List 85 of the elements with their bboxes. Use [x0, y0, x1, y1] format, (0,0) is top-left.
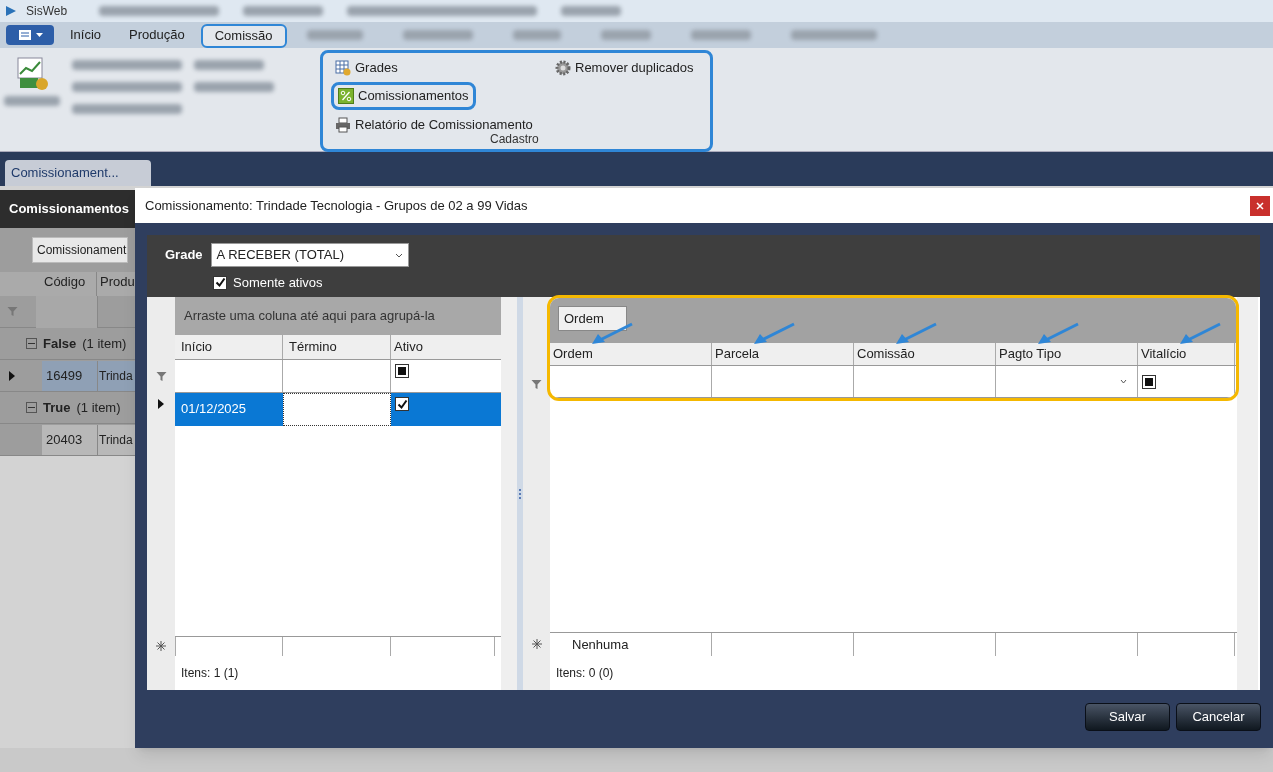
- money-chart-icon: [14, 56, 50, 92]
- table-cell: 16499: [42, 360, 98, 391]
- splitter[interactable]: [517, 297, 523, 690]
- column-header[interactable]: Parcela: [712, 343, 854, 365]
- document-tab[interactable]: Comissionament...: [5, 160, 151, 186]
- printer-icon: [335, 116, 351, 133]
- annotation-arrow: [1178, 322, 1222, 346]
- annotation-arrow: [590, 322, 634, 346]
- ribbon-tab[interactable]: Início: [58, 23, 114, 47]
- filter-icon[interactable]: [531, 378, 542, 390]
- scrollbar[interactable]: [1237, 297, 1258, 690]
- column-header[interactable]: Comissão: [854, 343, 996, 365]
- collapse-icon[interactable]: [26, 338, 37, 349]
- annotation-arrow: [1036, 322, 1080, 346]
- table-icon: [335, 59, 351, 76]
- redacted-text: [600, 30, 651, 40]
- group-hint: Arraste uma coluna até aqui para agrupá-la: [184, 307, 435, 326]
- redacted-text: [512, 30, 561, 40]
- ribbon-tab[interactable]: Produção: [117, 23, 197, 47]
- dialog-title: Comissionamento: Trindade Tecnologia - Grupos de 02 a 99 Vidas: [145, 196, 528, 215]
- caret-icon: [35, 33, 43, 37]
- field-label: Grade: [165, 246, 203, 265]
- chevron-down-icon: [394, 252, 403, 258]
- app-logo-icon: [4, 4, 18, 18]
- column-header[interactable]: Pagto Tipo: [996, 343, 1138, 365]
- column-header[interactable]: Vitalício: [1138, 343, 1235, 365]
- grade-dropdown[interactable]: A RECEBER (TOTAL): [210, 243, 409, 267]
- checkbox[interactable]: [1142, 374, 1156, 389]
- checkbox[interactable]: [213, 275, 227, 290]
- checkbox-label: Somente ativos: [233, 274, 323, 292]
- new-row-cell[interactable]: [175, 637, 283, 656]
- dropdown-button[interactable]: Comissionament: [32, 237, 129, 263]
- table-cell: 20403: [42, 424, 98, 455]
- table-cell[interactable]: [283, 393, 391, 426]
- redacted-text: [402, 30, 473, 40]
- group-count: (1 item): [76, 398, 121, 417]
- scrollbar[interactable]: [501, 297, 517, 690]
- redacted-text: [561, 6, 622, 16]
- app-title: SisWeb: [26, 3, 68, 20]
- redacted-text: [306, 30, 363, 40]
- group-label: False: [43, 334, 77, 353]
- filter-icon[interactable]: [155, 371, 167, 382]
- redacted-text: [690, 30, 751, 40]
- column-header[interactable]: Início: [175, 335, 283, 359]
- checkbox[interactable]: [395, 364, 409, 378]
- percent-icon: [338, 88, 354, 104]
- group-count: (1 item): [82, 334, 127, 353]
- new-row-icon: [156, 641, 166, 651]
- ribbon-tab[interactable]: Comissão: [200, 24, 287, 48]
- chevron-down-icon: [1120, 379, 1127, 384]
- app-menu-button[interactable]: [6, 25, 54, 45]
- redacted-text: [4, 96, 60, 106]
- new-row-cell[interactable]: Nenhuma: [550, 633, 712, 656]
- gear-icon: [555, 59, 571, 76]
- item-count: Itens: 0 (0): [556, 665, 614, 682]
- table-cell-text: Trinda: [98, 367, 134, 385]
- current-row-icon: [9, 370, 15, 381]
- dialog-button[interactable]: Cancelar: [1176, 703, 1261, 731]
- checkbox[interactable]: [395, 397, 409, 411]
- column-header[interactable]: Ordem: [550, 343, 712, 365]
- annotation-arrow: [894, 322, 938, 346]
- ribbon-button[interactable]: Grades: [331, 57, 402, 78]
- group-label: True: [43, 398, 71, 417]
- column-header[interactable]: Produ: [97, 272, 135, 296]
- ribbon-button[interactable]: Remover duplicados: [551, 57, 698, 78]
- panel-title: Comissionamentos: [9, 200, 129, 219]
- table-cell-text: 01/12/2025: [180, 400, 248, 418]
- annotation-arrow: [752, 322, 796, 346]
- table-cell-text: Trinda: [98, 431, 134, 449]
- dialog-button[interactable]: Salvar: [1085, 703, 1170, 731]
- close-icon: [1256, 201, 1264, 210]
- collapse-icon[interactable]: [26, 402, 37, 413]
- column-header[interactable]: Ativo: [391, 335, 495, 359]
- close-button[interactable]: [1250, 195, 1270, 216]
- filter-cell[interactable]: [36, 295, 98, 328]
- table-row[interactable]: 01/12/2025: [175, 393, 501, 426]
- new-row-icon: [531, 639, 542, 649]
- redacted-text: [194, 60, 264, 70]
- column-header[interactable]: Término: [283, 335, 391, 359]
- filter-icon[interactable]: [6, 306, 18, 317]
- group-chip[interactable]: Ordem: [558, 306, 627, 331]
- ribbon-button[interactable]: Comissionamentos: [331, 82, 476, 110]
- item-count: Itens: 1 (1): [181, 665, 239, 682]
- current-row-icon: [158, 399, 164, 409]
- document-icon: [17, 29, 32, 41]
